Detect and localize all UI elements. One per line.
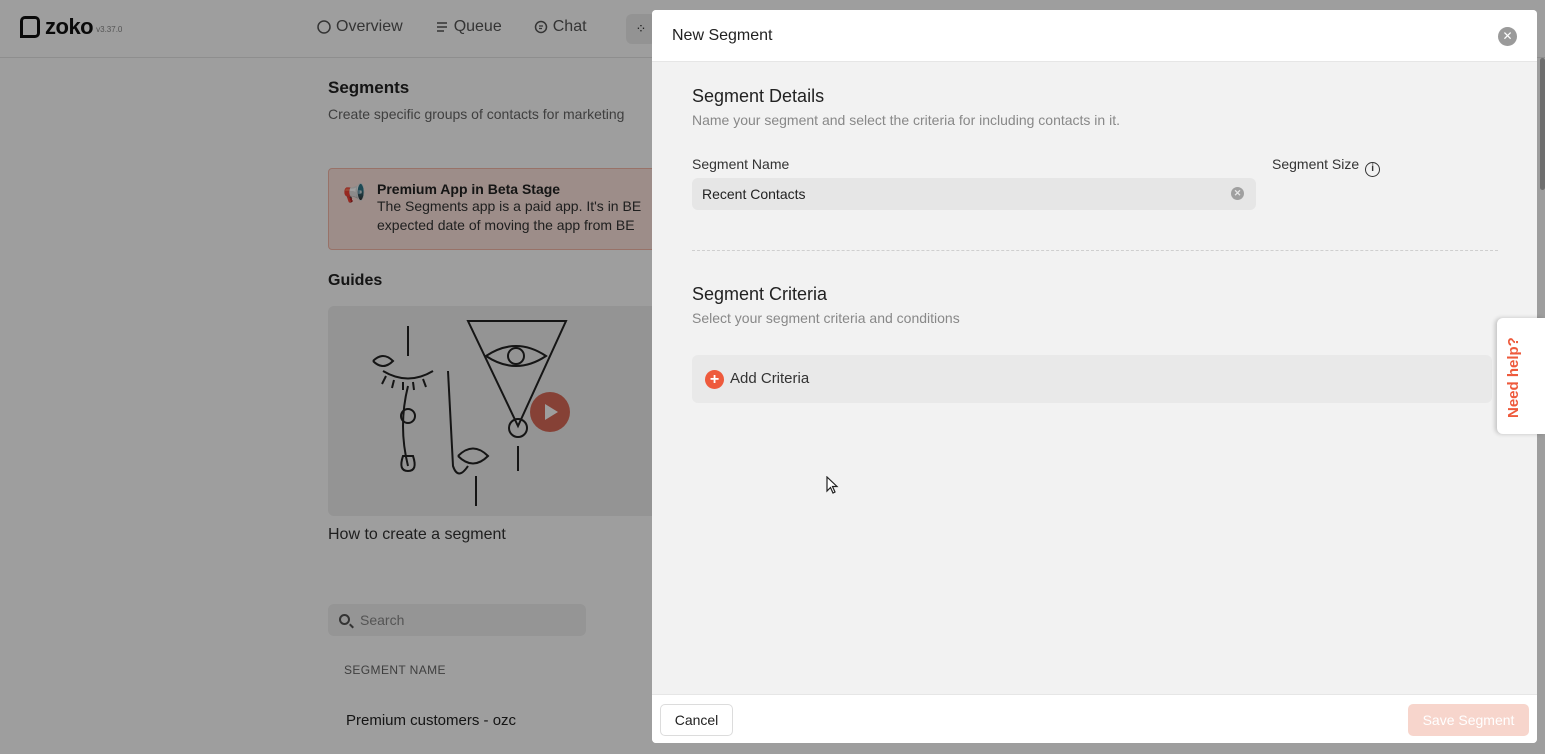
modal-title: New Segment [672, 27, 773, 44]
segment-criteria-subtitle: Select your segment criteria and conditi… [692, 310, 960, 326]
segment-size-label-wrap: Segment Size i [1272, 156, 1381, 177]
segment-details-subtitle: Name your segment and select the criteri… [692, 112, 1120, 128]
close-icon[interactable]: ✕ [1498, 27, 1517, 46]
segment-size-label: Segment Size [1272, 156, 1360, 172]
save-segment-button[interactable]: Save Segment [1408, 704, 1529, 736]
plus-icon: + [705, 370, 724, 389]
cancel-button[interactable]: Cancel [660, 704, 733, 736]
segment-name-label: Segment Name [692, 156, 790, 172]
modal-header: New Segment ✕ [652, 10, 1537, 62]
need-help-tab[interactable]: Need help? [1497, 318, 1545, 434]
segment-details-title: Segment Details [692, 86, 825, 106]
add-criteria-label: Add Criteria [730, 370, 810, 387]
segment-criteria-title: Segment Criteria [692, 284, 828, 304]
mouse-cursor-icon [826, 476, 839, 494]
modal-footer: Cancel Save Segment [652, 694, 1537, 743]
section-divider [692, 250, 1498, 251]
add-criteria-button[interactable]: + Add Criteria [692, 355, 1492, 403]
need-help-label: Need help? [1505, 337, 1522, 418]
info-icon[interactable]: i [1365, 162, 1381, 177]
clear-icon[interactable]: ✕ [1231, 187, 1244, 200]
scrollbar[interactable] [1540, 58, 1545, 190]
segment-name-value: Recent Contacts [702, 186, 806, 202]
segment-name-input[interactable]: Recent Contacts ✕ [692, 178, 1256, 210]
new-segment-modal: New Segment ✕ Segment Details Name your … [652, 10, 1537, 743]
